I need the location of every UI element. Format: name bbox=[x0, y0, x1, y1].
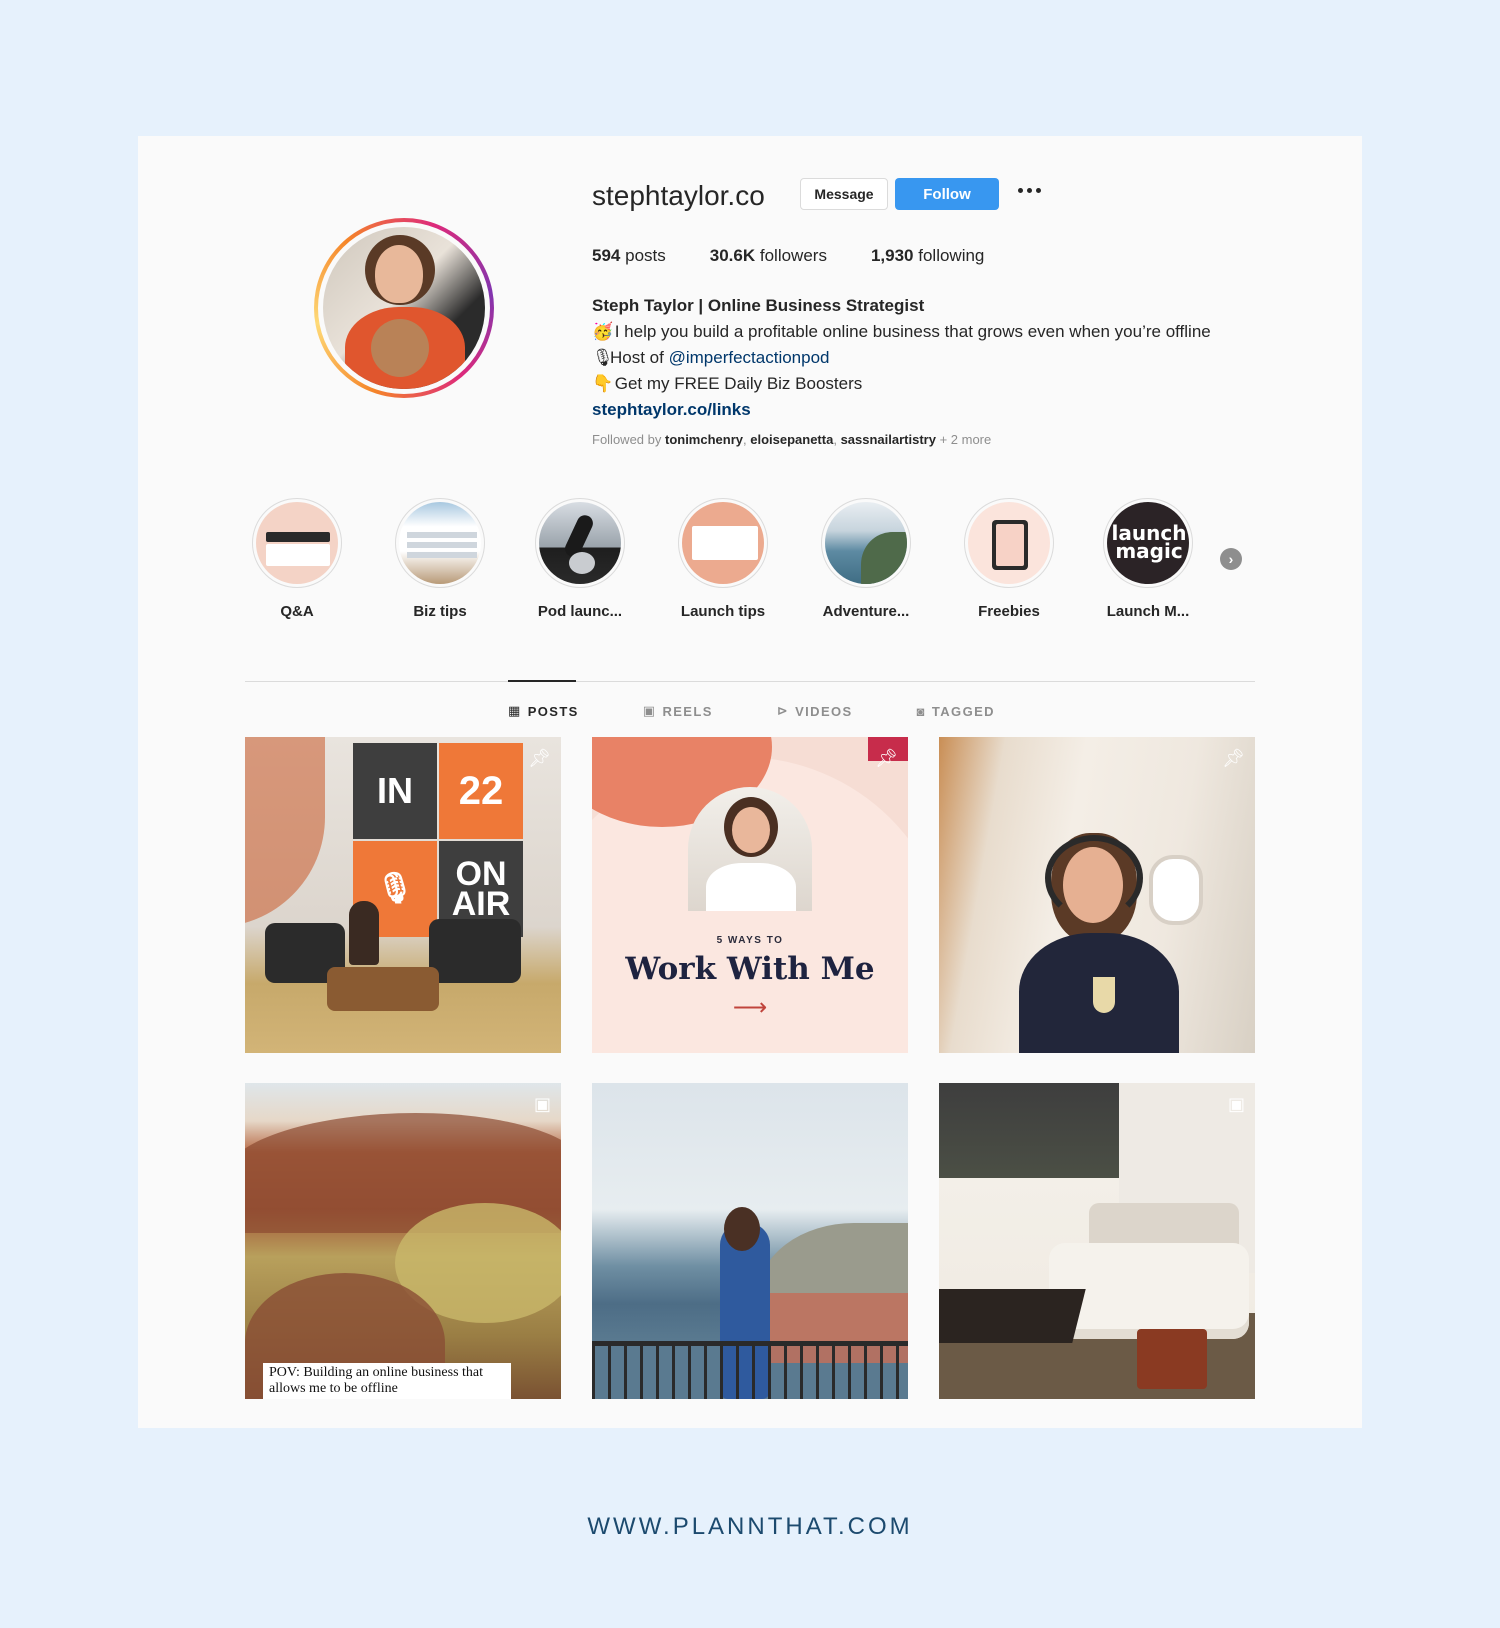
posts-grid: IN 22 🎙 ON AIR 📌︎ 5 WAYS TO Work With Me… bbox=[245, 737, 1255, 1399]
followed-by-separator: , bbox=[833, 432, 841, 447]
post-kicker: 5 WAYS TO bbox=[716, 935, 784, 946]
party-emoji-icon: 🥳 bbox=[592, 322, 614, 341]
tab-reels[interactable]: ▣ REELS bbox=[643, 703, 713, 719]
post-tile[interactable]: 📌︎ bbox=[939, 737, 1255, 1053]
post-tile[interactable]: IN 22 🎙 ON AIR 📌︎ bbox=[245, 737, 561, 1053]
tab-label: POSTS bbox=[527, 703, 579, 719]
tab-videos[interactable]: ⊳ VIDEOS bbox=[777, 703, 853, 719]
followers-stat[interactable]: 30.6K followers bbox=[710, 246, 827, 266]
post-tile[interactable]: ▣ bbox=[939, 1083, 1255, 1399]
profile-stats: 594 posts 30.6K followers 1,930 followin… bbox=[592, 246, 1028, 266]
profile-avatar[interactable] bbox=[314, 218, 494, 398]
launch-magic-logo: launch magic bbox=[1111, 521, 1187, 563]
following-stat[interactable]: 1,930 following bbox=[871, 246, 984, 266]
post-headline: Work With Me bbox=[625, 951, 875, 987]
podcast-mention-link[interactable]: @imperfectactionpod bbox=[669, 348, 830, 367]
tabs-divider bbox=[245, 681, 1255, 682]
highlight-qa[interactable]: Q&A bbox=[226, 498, 368, 620]
highlight-label: Launch tips bbox=[680, 603, 766, 620]
point-down-emoji-icon: 👇 bbox=[592, 374, 614, 393]
highlight-freebies[interactable]: Freebies bbox=[938, 498, 1080, 620]
highlight-launch-tips[interactable]: Launch tips bbox=[652, 498, 794, 620]
chevron-right-icon[interactable]: › bbox=[1220, 548, 1242, 570]
tab-label: VIDEOS bbox=[795, 703, 853, 719]
bio-line-3-text: Get my FREE Daily Biz Boosters bbox=[614, 374, 863, 393]
tab-label: TAGGED bbox=[931, 703, 995, 719]
bio-website-link[interactable]: stephtaylor.co/links bbox=[592, 397, 1272, 423]
highlight-biz-tips[interactable]: Biz tips bbox=[369, 498, 511, 620]
reels-icon: ▣ bbox=[1227, 1094, 1245, 1114]
profile-card: stephtaylor.co Message Follow 594 posts … bbox=[138, 136, 1362, 1428]
post-tile[interactable]: POV: Building an online business that al… bbox=[245, 1083, 561, 1399]
highlight-label: Biz tips bbox=[413, 603, 467, 620]
bio-line-1: 🥳 I help you build a profitable online b… bbox=[592, 319, 1272, 345]
profile-username: stephtaylor.co bbox=[592, 180, 765, 211]
followers-label: followers bbox=[759, 246, 827, 265]
grid-icon: ▦ bbox=[508, 703, 522, 718]
tab-posts[interactable]: ▦ POSTS bbox=[508, 703, 579, 719]
post-tile[interactable]: 5 WAYS TO Work With Me ⟶ 📌︎ bbox=[592, 737, 908, 1053]
followed-by-prefix: Followed by bbox=[592, 432, 665, 447]
pin-icon: 📌︎ bbox=[528, 748, 551, 768]
highlight-adventure[interactable]: Adventure... bbox=[795, 498, 937, 620]
bio-line-2: 🎙Host of @imperfectactionpod bbox=[592, 345, 1272, 371]
followed-by[interactable]: Followed by tonimchenry, eloisepanetta, … bbox=[592, 432, 991, 447]
tab-tagged[interactable]: ◙ TAGGED bbox=[917, 703, 995, 719]
avatar-photo bbox=[323, 227, 485, 389]
footer-url: WWW.PLANNTHAT.COM bbox=[587, 1513, 913, 1540]
reels-icon: ▣ bbox=[533, 1094, 551, 1114]
sign-text: IN bbox=[353, 743, 437, 839]
highlight-label: Freebies bbox=[978, 603, 1040, 620]
posts-label: posts bbox=[625, 246, 666, 265]
posts-stat: 594 posts bbox=[592, 246, 666, 266]
highlight-label: Pod launc... bbox=[537, 603, 623, 620]
highlight-label: Launch M... bbox=[1106, 603, 1190, 620]
following-label: following bbox=[918, 246, 985, 265]
bio-line-3: 👇 Get my FREE Daily Biz Boosters bbox=[592, 371, 1272, 397]
post-caption-overlay: POV: Building an online business that al… bbox=[263, 1363, 511, 1399]
stage-sign: IN 22 🎙 ON AIR bbox=[353, 743, 523, 937]
highlight-pod-launch[interactable]: Pod launc... bbox=[509, 498, 651, 620]
arrow-right-icon: ⟶ bbox=[732, 994, 768, 1021]
more-options-icon[interactable] bbox=[1018, 188, 1041, 193]
followed-by-user: sassnailartistry bbox=[840, 432, 936, 447]
profile-bio: Steph Taylor | Online Business Strategis… bbox=[592, 293, 1272, 423]
highlight-launch-magic[interactable]: launch magic Launch M... bbox=[1077, 498, 1219, 620]
tag-icon: ◙ bbox=[916, 703, 926, 719]
pin-icon: 📌︎ bbox=[1222, 748, 1245, 768]
followed-by-user: tonimchenry bbox=[664, 432, 743, 447]
reels-icon: ▣ bbox=[642, 703, 657, 718]
followers-count: 30.6K bbox=[709, 246, 756, 265]
profile-tabs: ▦ POSTS ▣ REELS ⊳ VIDEOS ◙ TAGGED bbox=[508, 703, 1059, 719]
bio-name: Steph Taylor | Online Business Strategis… bbox=[592, 296, 925, 315]
bio-line-2-prefix: Host of bbox=[610, 348, 669, 367]
microphone-emoji-icon: 🎙 bbox=[592, 348, 614, 367]
followed-by-more: + 2 more bbox=[935, 432, 992, 447]
play-icon: ⊳ bbox=[776, 703, 790, 718]
bio-line-1-text: I help you build a profitable online bus… bbox=[614, 322, 1211, 341]
pin-icon: 📌︎ bbox=[875, 748, 898, 768]
highlight-label: Q&A bbox=[280, 603, 314, 620]
follow-button[interactable]: Follow bbox=[895, 178, 999, 210]
posts-count: 594 bbox=[592, 246, 621, 265]
sign-text: 22 bbox=[439, 743, 523, 839]
message-button[interactable]: Message bbox=[800, 178, 888, 210]
followed-by-user: eloisepanetta bbox=[750, 432, 834, 447]
post-tile[interactable] bbox=[592, 1083, 908, 1399]
highlight-label: Adventure... bbox=[822, 603, 910, 620]
tab-label: REELS bbox=[662, 703, 713, 719]
active-tab-indicator bbox=[508, 680, 576, 682]
following-count: 1,930 bbox=[870, 246, 914, 265]
portrait-photo bbox=[688, 787, 812, 911]
